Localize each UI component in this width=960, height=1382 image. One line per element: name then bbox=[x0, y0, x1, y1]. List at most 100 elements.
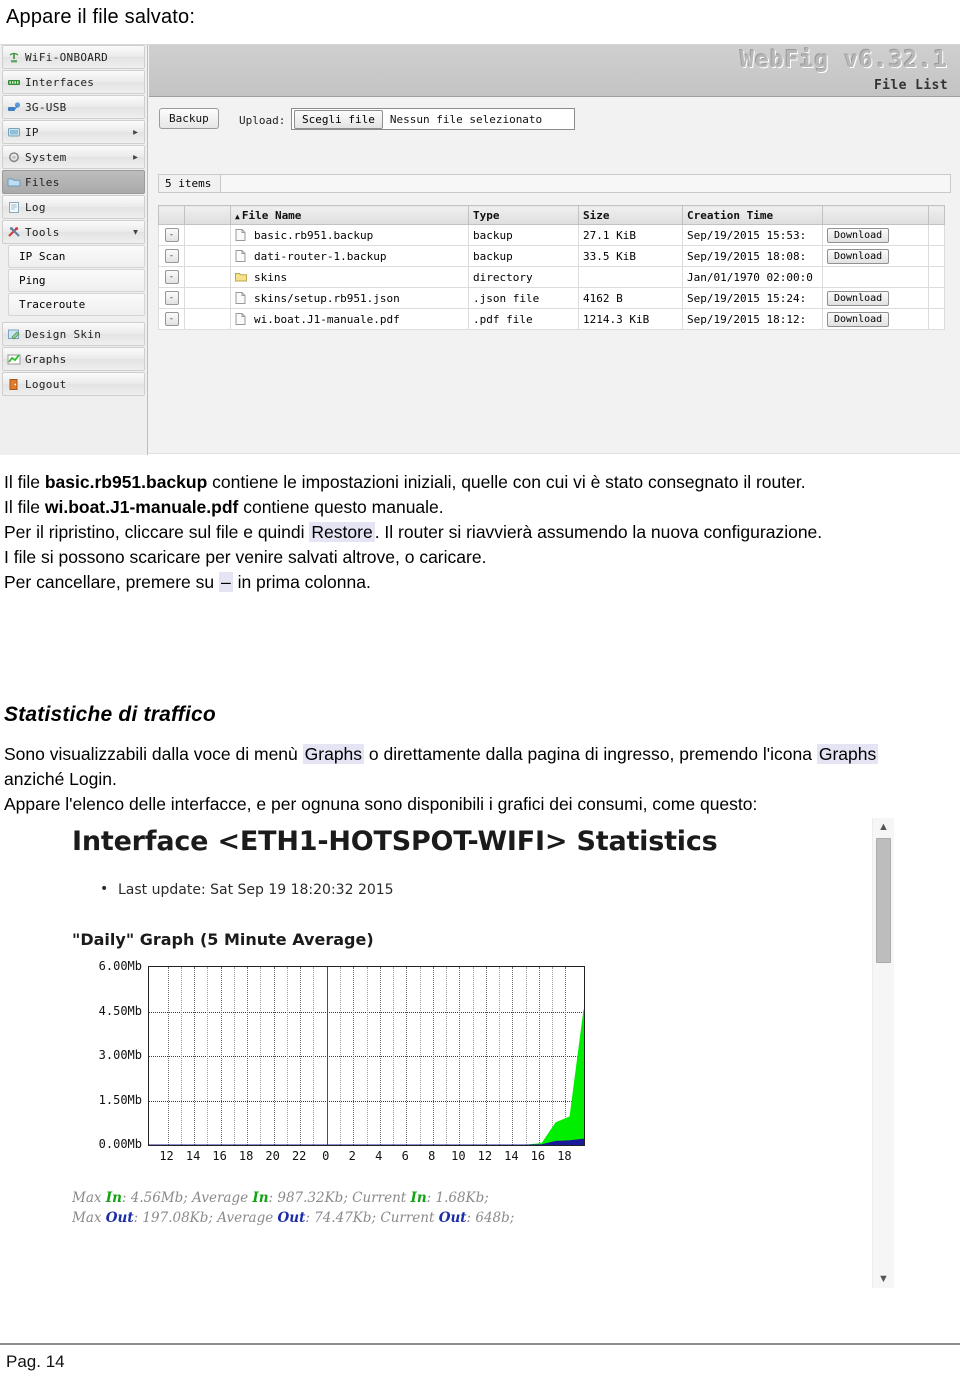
table-row[interactable]: - skins directory Jan/01/1970 02:00:0 bbox=[158, 266, 945, 288]
graph-statistics: Max In: 4.56Mb; Average In: 987.32Kb; Cu… bbox=[72, 1188, 514, 1228]
table-row[interactable]: - wi.boat.J1-manuale.pdf .pdf file 1214.… bbox=[158, 308, 945, 330]
x-tick-label: 16 bbox=[212, 1149, 227, 1163]
direction-in-label: In bbox=[410, 1190, 427, 1206]
sidebar-item-ip-scan[interactable]: IP Scan bbox=[8, 245, 145, 268]
cell-size: 33.5 KiB bbox=[578, 245, 683, 267]
sidebar-item-wifi-onboard[interactable]: WiFi-ONBOARD bbox=[2, 45, 145, 69]
cell-creation-time: Sep/19/2015 15:24: bbox=[682, 287, 823, 309]
download-button[interactable]: Download bbox=[827, 311, 890, 327]
cell-file-name[interactable]: skins/setup.rb951.json bbox=[230, 287, 469, 309]
sidebar-item-ping[interactable]: Ping bbox=[8, 269, 145, 292]
sidebar-item-label: Logout bbox=[25, 377, 67, 391]
folder-icon bbox=[235, 271, 249, 284]
y-axis-labels: 0.00Mb 1.50Mb 3.00Mb 4.50Mb 6.00Mb bbox=[70, 959, 142, 1151]
delete-row-button[interactable]: - bbox=[164, 228, 179, 242]
cell-delete[interactable]: - bbox=[158, 308, 185, 330]
cell-spacer bbox=[184, 224, 231, 246]
scroll-down-arrow-icon[interactable]: ▼ bbox=[873, 1270, 894, 1288]
cell-delete[interactable]: - bbox=[158, 287, 185, 309]
backup-button[interactable]: Backup bbox=[159, 108, 219, 129]
cell-file-name[interactable]: basic.rb951.backup bbox=[230, 224, 469, 246]
sidebar-item-label: WiFi-ONBOARD bbox=[25, 50, 109, 64]
file-name-label: basic.rb951.backup bbox=[254, 228, 374, 242]
sidebar-item-interfaces[interactable]: Interfaces bbox=[2, 70, 145, 94]
sidebar-item-log[interactable]: Log bbox=[2, 195, 145, 219]
direction-in-label: In bbox=[105, 1190, 122, 1206]
col-header-spacer bbox=[184, 205, 231, 225]
table-row[interactable]: - dati-router-1.backup backup 33.5 KiB S… bbox=[158, 245, 945, 267]
choose-file-button[interactable]: Scegli file bbox=[294, 109, 383, 129]
sidebar-item-files[interactable]: Files bbox=[2, 170, 145, 194]
no-file-selected-text: Nessun file selezionato bbox=[389, 112, 543, 126]
cell-delete[interactable]: - bbox=[158, 224, 185, 246]
sidebar-item-3g-usb[interactable]: 3G-USB bbox=[2, 95, 145, 119]
col-header-type[interactable]: Type bbox=[468, 205, 579, 225]
table-row[interactable]: - skins/setup.rb951.json .json file 4162… bbox=[158, 287, 945, 309]
file-name-label: skins bbox=[254, 270, 288, 284]
table-row[interactable]: - basic.rb951.backup backup 27.1 KiB Sep… bbox=[158, 224, 945, 246]
x-tick-label: 20 bbox=[265, 1149, 280, 1163]
text-fragment: Il file bbox=[4, 497, 45, 517]
sidebar-item-logout[interactable]: Logout bbox=[2, 372, 145, 396]
col-header-end bbox=[928, 205, 945, 225]
text-fragment: contiene le impostazioni iniziali, quell… bbox=[207, 472, 806, 492]
file-name-label: dati-router-1.backup bbox=[254, 249, 387, 263]
sidebar-subitem-label: Ping bbox=[19, 274, 46, 287]
cell-delete[interactable]: - bbox=[158, 245, 185, 267]
graph-screenshot: Interface <ETH1-HOTSPOT-WIFI> Statistics… bbox=[60, 818, 900, 1308]
file-icon bbox=[235, 228, 249, 242]
sidebar-item-ip[interactable]: IP ▶ bbox=[2, 120, 145, 144]
sidebar-item-label: Design Skin bbox=[25, 327, 102, 341]
cell-download[interactable]: Download bbox=[822, 308, 929, 330]
sidebar-item-label: Graphs bbox=[25, 352, 67, 366]
text-fragment: Per il ripristino, cliccare sul file e q… bbox=[4, 522, 310, 542]
file-icon bbox=[235, 291, 249, 305]
download-button[interactable]: Download bbox=[827, 290, 890, 306]
files-folder-icon bbox=[7, 176, 21, 189]
delete-row-button[interactable]: - bbox=[164, 270, 179, 284]
cell-file-name[interactable]: skins bbox=[230, 266, 469, 288]
cell-download[interactable]: Download bbox=[822, 287, 929, 309]
sidebar-subitem-label: IP Scan bbox=[19, 250, 66, 263]
usb-icon bbox=[7, 101, 21, 114]
sidebar-item-system[interactable]: System ▶ bbox=[2, 145, 145, 169]
log-icon bbox=[7, 201, 21, 214]
delete-row-button[interactable]: - bbox=[164, 312, 179, 326]
cell-file-name[interactable]: dati-router-1.backup bbox=[230, 245, 469, 267]
file-name-label: skins/setup.rb951.json bbox=[254, 291, 400, 305]
col-header-creation-time[interactable]: Creation Time bbox=[682, 205, 823, 225]
sidebar-item-traceroute[interactable]: Traceroute bbox=[8, 293, 145, 316]
file-upload-field[interactable]: Scegli file Nessun file selezionato bbox=[291, 108, 575, 130]
scrollbar-thumb[interactable] bbox=[876, 838, 891, 963]
col-header-size[interactable]: Size bbox=[578, 205, 683, 225]
delete-row-button[interactable]: - bbox=[164, 291, 179, 305]
sidebar-item-label: IP bbox=[25, 125, 39, 139]
col-header-label: File Name bbox=[241, 208, 302, 222]
sidebar-item-label: Tools bbox=[25, 225, 60, 239]
filename-bold: wi.boat.J1-manuale.pdf bbox=[44, 497, 239, 517]
cell-delete[interactable]: - bbox=[158, 266, 185, 288]
text-fragment: Average bbox=[217, 1210, 278, 1226]
delete-row-button[interactable]: - bbox=[164, 249, 179, 263]
cell-spacer bbox=[184, 266, 231, 288]
cell-file-name[interactable]: wi.boat.J1-manuale.pdf bbox=[230, 308, 469, 330]
scroll-up-arrow-icon[interactable]: ▲ bbox=[873, 818, 894, 836]
cell-type: .json file bbox=[468, 287, 579, 309]
download-button[interactable]: Download bbox=[827, 227, 890, 243]
x-tick-label: 18 bbox=[238, 1149, 254, 1163]
graph-subtitle: "Daily" Graph (5 Minute Average) bbox=[72, 930, 374, 949]
sidebar-item-graphs[interactable]: Graphs bbox=[2, 347, 145, 371]
ip-icon bbox=[7, 126, 21, 139]
col-header-label: Creation Time bbox=[687, 208, 774, 222]
series-out bbox=[149, 1138, 584, 1145]
graph-scrollbar[interactable]: ▲ ▼ bbox=[872, 818, 894, 1288]
description-paragraph-2: Sono visualizzabili dalla voce di menù G… bbox=[4, 742, 934, 817]
download-button[interactable]: Download bbox=[827, 248, 890, 264]
cell-download[interactable]: Download bbox=[822, 224, 929, 246]
file-list-table: ▲ File Name Type Size Creation Time - bas… bbox=[158, 205, 945, 330]
sidebar-item-tools[interactable]: Tools ▼ bbox=[2, 220, 145, 244]
cell-download[interactable]: Download bbox=[822, 245, 929, 267]
webfig-screenshot: WiFi-ONBOARD Interfaces 3G-USB IP ▶ Syst… bbox=[0, 44, 960, 455]
col-header-file-name[interactable]: ▲ File Name bbox=[230, 205, 469, 225]
sidebar-item-design-skin[interactable]: Design Skin bbox=[2, 322, 145, 346]
